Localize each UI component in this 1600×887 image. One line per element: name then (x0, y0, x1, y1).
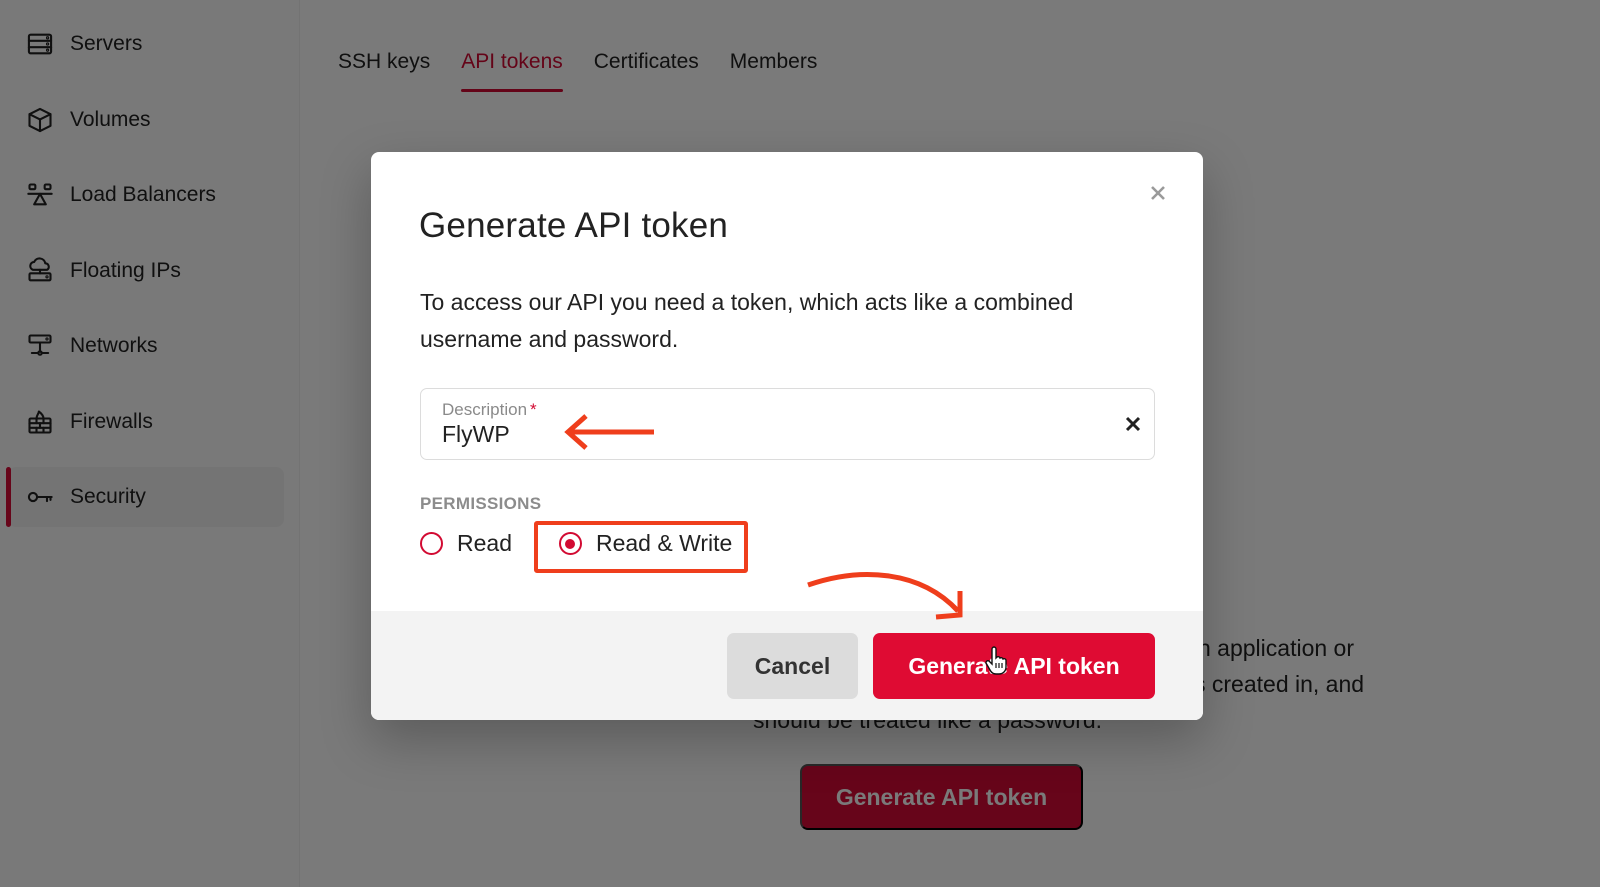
radio-button[interactable] (420, 532, 443, 555)
close-button[interactable] (1147, 182, 1169, 204)
description-field[interactable]: Description * (420, 388, 1155, 460)
clear-input-button[interactable] (1122, 413, 1144, 435)
radio-read[interactable]: Read (420, 530, 512, 557)
description-field-label: Description * (442, 400, 537, 419)
close-icon (1151, 186, 1165, 200)
cancel-button[interactable]: Cancel (727, 633, 858, 699)
radio-label: Read (457, 530, 512, 556)
permissions-radio-group: Read Read & Write (420, 530, 732, 557)
required-marker: * (530, 400, 537, 419)
dialog-description: To access our API you need a token, whic… (420, 289, 1074, 352)
description-input[interactable] (442, 421, 1092, 448)
dialog-footer: Cancel Generate API token (371, 611, 1203, 720)
clear-icon (1125, 416, 1141, 432)
radio-label: Read & Write (595, 530, 733, 556)
radio-read-write[interactable]: Read & Write (558, 530, 733, 557)
dialog-title: Generate API token (419, 206, 729, 245)
generate-token-dialog: Generate API token To access our API you… (371, 152, 1203, 720)
radio-button[interactable] (558, 532, 582, 555)
permissions-label: PERMISSIONS (420, 494, 542, 513)
generate-api-token-button[interactable]: Generate API token (873, 633, 1155, 699)
